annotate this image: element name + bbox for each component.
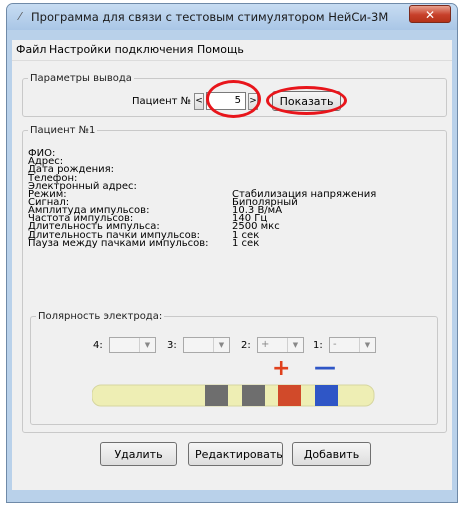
menu-file[interactable]: Файл — [16, 43, 46, 56]
patient-number-label: Пациент № — [132, 96, 192, 107]
electrode-contact-3 — [242, 385, 265, 406]
electrode-contact-1 — [315, 385, 338, 406]
electrode-contact-2 — [278, 385, 301, 406]
chevron-down-icon: ▼ — [359, 338, 375, 352]
title-bar[interactable]: ⁄ Программа для связи с тестовым стимуля… — [7, 4, 457, 30]
contact-1-select[interactable]: - ▼ — [329, 337, 376, 353]
contact-1-value: - — [333, 339, 337, 350]
chevron-down-icon: ▼ — [287, 338, 303, 352]
delete-button[interactable]: Удалить — [100, 442, 177, 466]
anode-plus-icon: + — [272, 356, 291, 381]
chevron-down-icon: ▼ — [139, 338, 155, 352]
contact-1-label: 1: — [313, 340, 323, 351]
patient-increment-button[interactable]: > — [248, 93, 258, 110]
menu-connection-settings[interactable]: Настройки подключения — [49, 43, 193, 56]
menu-bar: Файл Настройки подключения Помощь — [12, 40, 452, 61]
contact-4-select[interactable]: ▼ — [109, 337, 156, 353]
cathode-minus-icon: — — [314, 355, 336, 380]
patient-field-label: Пауза между пачками импульсов: — [28, 237, 209, 249]
patient-number-input[interactable]: 5 — [206, 92, 246, 110]
contact-3-select[interactable]: ▼ — [183, 337, 230, 353]
electrode-lead-diagram — [92, 384, 375, 407]
chevron-down-icon: ▼ — [213, 338, 229, 352]
add-button[interactable]: Добавить — [292, 442, 371, 466]
wand-icon: ⁄ — [19, 10, 21, 23]
contact-2-value: + — [261, 339, 270, 350]
show-button[interactable]: Показать — [272, 91, 341, 111]
polarity-title: Полярность электрода: — [38, 311, 163, 322]
electrode-contact-4 — [205, 385, 228, 406]
client-area: Параметры вывода Пациент № < 5 > Показат… — [12, 61, 452, 490]
contact-2-label: 2: — [241, 340, 251, 351]
patient-decrement-button[interactable]: < — [194, 93, 204, 110]
contact-2-select[interactable]: + ▼ — [257, 337, 304, 353]
patient-field-value: 1 сек — [232, 237, 260, 249]
edit-button[interactable]: Редактировать — [188, 442, 283, 466]
contact-4-label: 4: — [93, 340, 103, 351]
window-title: Программа для связи с тестовым стимулято… — [31, 10, 389, 24]
patient-info-title: Пациент №1 — [30, 125, 96, 136]
output-params-title: Параметры вывода — [30, 73, 132, 84]
contact-3-label: 3: — [167, 340, 177, 351]
menu-help[interactable]: Помощь — [197, 43, 244, 56]
close-button[interactable]: ✕ — [409, 5, 451, 23]
